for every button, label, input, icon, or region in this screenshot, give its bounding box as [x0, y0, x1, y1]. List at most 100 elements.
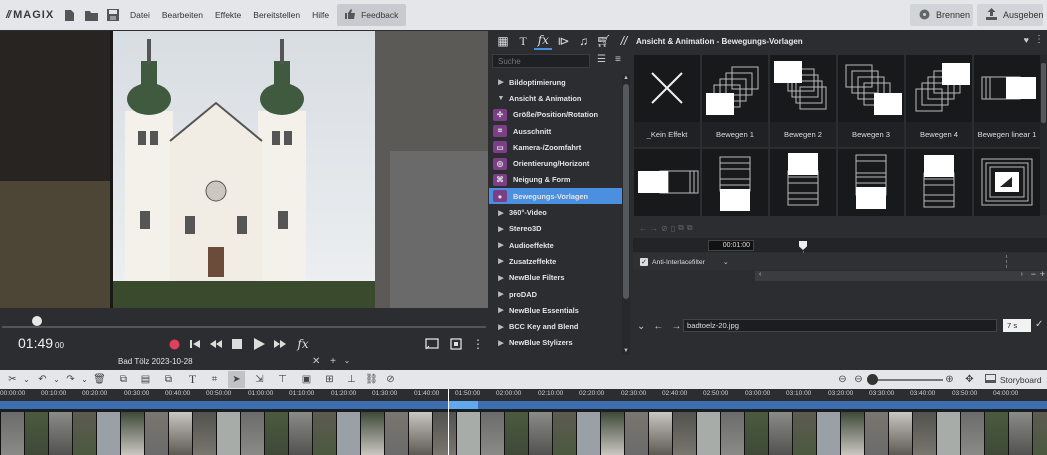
expand-arrow-icon[interactable]: ▶ — [493, 78, 509, 86]
collapse-arrow-icon[interactable]: ▼ — [493, 95, 509, 102]
list-item[interactable]: ● Bewegungs-Vorlagen — [489, 188, 622, 205]
expand-arrow-icon[interactable]: ▶ — [493, 225, 509, 233]
menu-file[interactable]: Datei — [124, 10, 156, 20]
clip-thumbnail[interactable] — [240, 412, 264, 455]
effects-search-input[interactable] — [492, 54, 590, 68]
panel-menu-icon[interactable]: ⋮ — [1034, 34, 1044, 45]
clip-thumbnail[interactable] — [648, 412, 672, 455]
clip-thumbnail[interactable] — [696, 412, 720, 455]
next-object-icon[interactable]: → — [671, 321, 681, 332]
zoom-in-icon[interactable]: + — [1040, 269, 1045, 279]
music-icon[interactable]: ♫ — [575, 32, 593, 50]
arrow-right-icon[interactable]: → — [650, 224, 658, 233]
check-circle-icon[interactable]: ✓ — [1035, 319, 1045, 331]
clip-thumbnail[interactable] — [72, 412, 96, 455]
clip-thumbnail[interactable] — [24, 412, 48, 455]
menu-share[interactable]: Bereitstellen — [247, 10, 306, 20]
clip-thumbnail[interactable] — [144, 412, 168, 455]
group-icon[interactable]: ⊥ — [343, 371, 360, 388]
clip-thumbnail[interactable] — [384, 412, 408, 455]
close-icon[interactable]: ✕ — [312, 356, 320, 367]
record-button[interactable] — [166, 336, 182, 352]
clip-thumbnail[interactable] — [672, 412, 696, 455]
range-bar[interactable] — [0, 401, 1047, 409]
list-item[interactable]: ◎ Orientierung/Horizont — [489, 155, 622, 171]
menu-effects[interactable]: Effekte — [209, 10, 247, 20]
favorite-heart-icon[interactable]: ♥ — [1024, 35, 1029, 45]
zoom-out-icon[interactable]: ⊖ — [850, 371, 867, 388]
clip-thumbnail[interactable] — [360, 412, 384, 455]
project-tab[interactable]: Bad Tölz 2023-10-28 — [118, 357, 193, 366]
clip-thumbnail[interactable] — [840, 412, 864, 455]
range-selection[interactable] — [448, 401, 478, 409]
template-label[interactable]: Bewegen 4 — [906, 122, 972, 147]
clip-thumbnail[interactable] — [192, 412, 216, 455]
split-icon[interactable]: ⊞ — [321, 371, 338, 388]
list-item[interactable]: ✣ Größe/Position/Rotation — [489, 107, 622, 123]
list-item[interactable]: ⌘ Neigung & Form — [489, 172, 622, 188]
sort-icon[interactable]: ≡ — [615, 54, 621, 65]
expand-arrow-icon[interactable]: ▶ — [493, 274, 509, 282]
text-align-icon[interactable]: ⊤ — [274, 371, 291, 388]
template-label[interactable]: Bewegen 3 — [838, 122, 904, 147]
copy-icon[interactable]: ⧉ — [115, 371, 132, 388]
list-item[interactable]: ▶ Stereo3D — [489, 221, 622, 237]
clip-thumbnail[interactable] — [1008, 412, 1032, 455]
menu-edit[interactable]: Bearbeiten — [156, 10, 209, 20]
clip-thumbnail[interactable] — [960, 412, 984, 455]
template-thumb-linear2[interactable] — [634, 149, 700, 216]
crop-icon[interactable]: ⌗ — [206, 371, 223, 388]
template-thumb-move4[interactable] — [906, 55, 972, 122]
position-slider[interactable] — [0, 308, 488, 332]
clip-thumbnail[interactable] — [576, 412, 600, 455]
zoom-minus-circle-icon[interactable]: ⊖ — [834, 371, 851, 388]
more-options-icon[interactable]: ⋮ — [470, 336, 486, 352]
templates-scrollbar[interactable] — [1040, 55, 1047, 215]
clip-thumbnail[interactable] — [792, 412, 816, 455]
list-item[interactable]: ▶ Zusatzeffekte — [489, 253, 622, 269]
list-item[interactable]: ▶ 360°-Video — [489, 204, 622, 220]
clip-thumbnail[interactable] — [312, 412, 336, 455]
clip-thumbnail[interactable] — [552, 412, 576, 455]
feedback-button[interactable]: Feedback — [337, 4, 407, 26]
paste-icon[interactable]: ▤ — [137, 371, 154, 388]
clip-thumbnail[interactable] — [456, 412, 480, 455]
clip-thumbnail[interactable] — [888, 412, 912, 455]
store-cart-icon[interactable]: 🛒︎ — [595, 32, 613, 50]
clip-thumbnail[interactable] — [120, 412, 144, 455]
stop-icon[interactable] — [229, 336, 245, 352]
chevron-down-icon[interactable]: ⌄ — [18, 371, 35, 388]
expand-arrow-icon[interactable]: ▶ — [493, 339, 509, 347]
scrollbar-thumb[interactable] — [1041, 63, 1046, 123]
chevron-down-icon[interactable]: ⌄ — [723, 258, 729, 266]
scroll-down-icon[interactable]: ▼ — [623, 348, 629, 354]
position-track[interactable] — [2, 326, 486, 328]
clip-thumbnail[interactable] — [768, 412, 792, 455]
title-icon[interactable]: T — [184, 371, 201, 388]
scroll-up-icon[interactable]: ▲ — [623, 75, 629, 81]
title-icon[interactable]: T — [514, 32, 532, 50]
clip-thumbnail[interactable] — [1032, 412, 1047, 455]
duplicate-icon[interactable]: ⧉ — [160, 371, 177, 388]
chevron-down-icon[interactable]: ⌄ — [341, 356, 353, 369]
expand-arrow-icon[interactable]: ▶ — [493, 290, 509, 298]
zoom-in-icon[interactable]: ⊕ — [941, 371, 958, 388]
clip-thumbnail[interactable] — [216, 412, 240, 455]
list-item[interactable]: ▶ NewBlue Essentials — [489, 302, 622, 318]
clip-thumbnail[interactable] — [264, 412, 288, 455]
clip-thumbnail[interactable] — [624, 412, 648, 455]
keyframe-scrollbar[interactable]: ‹ › − + — [755, 269, 1047, 281]
skip-back-icon[interactable] — [187, 336, 203, 352]
add-tab-icon[interactable]: + — [326, 356, 340, 369]
template-thumb-linear5[interactable] — [838, 149, 904, 216]
expand-arrow-icon[interactable]: ▶ — [493, 241, 509, 249]
preview-monitor[interactable] — [0, 31, 488, 308]
expand-arrow-icon[interactable]: ▶ — [493, 306, 509, 314]
timeline-playhead[interactable] — [448, 389, 449, 455]
list-item[interactable]: ▶ Audioeffekte — [489, 237, 622, 253]
clip-thumbnail[interactable] — [720, 412, 744, 455]
template-label[interactable]: Bewegen linear 1 — [974, 122, 1040, 147]
clip-thumbnail[interactable] — [600, 412, 624, 455]
template-thumb-linear4[interactable] — [770, 149, 836, 216]
position-handle[interactable] — [32, 316, 42, 326]
